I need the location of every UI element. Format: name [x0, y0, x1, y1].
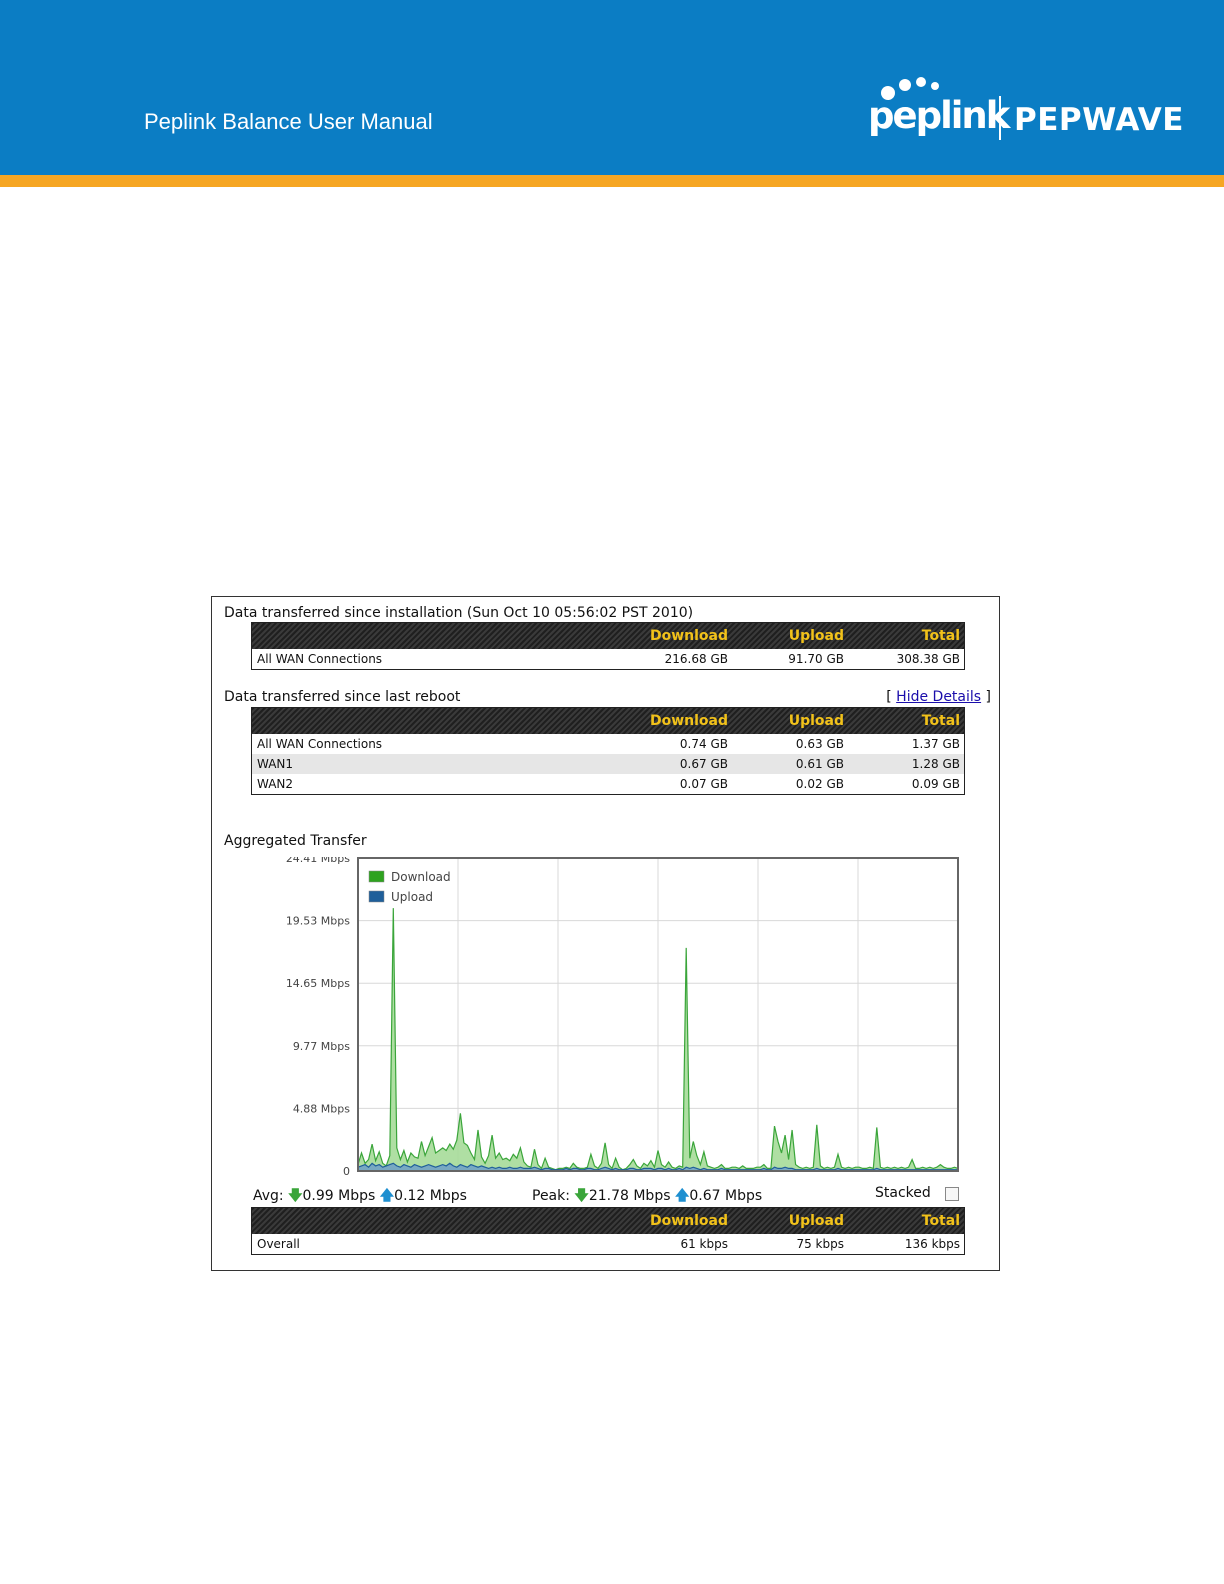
table-row: All WAN Connections 0.74 GB 0.63 GB 1.37…: [252, 734, 964, 754]
col-upload: Upload: [788, 1213, 844, 1229]
col-upload: Upload: [788, 713, 844, 729]
legend-label: Download: [391, 870, 451, 884]
manual-header-band: Peplink Balance User Manual peplink PEPW…: [0, 0, 1224, 175]
download-arrow-icon: 🡇: [574, 1188, 589, 1204]
avg-label: Avg:: [253, 1188, 284, 1204]
col-upload: Upload: [788, 628, 844, 644]
y-tick-label: 4.88 Mbps: [293, 1102, 350, 1115]
row-name: Overall: [257, 1237, 300, 1251]
legend-label: Upload: [391, 890, 433, 904]
row-upload: 75 kbps: [796, 1237, 844, 1251]
table-row: All WAN Connections 216.68 GB 91.70 GB 3…: [252, 649, 964, 669]
bracket-close: ]: [985, 689, 991, 705]
install-table: Download Upload Total All WAN Connection…: [251, 622, 965, 670]
y-tick-label: 19.53 Mbps: [286, 915, 350, 928]
table-header: Download Upload Total: [252, 1208, 964, 1234]
row-upload: 0.61 GB: [795, 757, 844, 771]
row-total: 308.38 GB: [896, 652, 960, 666]
legend-swatch: [368, 870, 385, 883]
row-download: 0.67 GB: [679, 757, 728, 771]
col-total: Total: [921, 1213, 960, 1229]
col-total: Total: [921, 713, 960, 729]
aggregated-transfer-chart: 0 4.88 Mbps 9.77 Mbps 14.65 Mbps 19.53 Mbps 2…: [286, 857, 959, 1177]
header-stripe: [0, 175, 1224, 187]
download-arrow-icon: 🡇: [288, 1188, 303, 1204]
table-header: Download Upload Total: [252, 623, 964, 649]
col-download: Download: [649, 628, 728, 644]
peak-download: 21.78 Mbps: [588, 1188, 671, 1204]
row-upload: 0.63 GB: [795, 737, 844, 751]
stacked-label: Stacked: [875, 1185, 931, 1201]
bracket-open: [: [886, 689, 892, 705]
logo-pepwave: PEPWAVE: [1014, 102, 1184, 138]
peak-upload: 0.67 Mbps: [689, 1188, 763, 1204]
table-row: Overall 61 kbps 75 kbps 136 kbps: [252, 1234, 964, 1254]
col-total: Total: [921, 628, 960, 644]
reboot-table: Download Upload Total All WAN Connection…: [251, 707, 965, 795]
avg-upload: 0.12 Mbps: [394, 1188, 467, 1204]
row-total: 1.37 GB: [911, 737, 960, 751]
row-name: All WAN Connections: [257, 652, 383, 666]
manual-title: Peplink Balance User Manual: [144, 109, 433, 134]
table-row: WAN2 0.07 GB 0.02 GB 0.09 GB: [252, 774, 964, 794]
upload-arrow-icon: 🡅: [379, 1188, 395, 1204]
row-download: 61 kbps: [680, 1237, 728, 1251]
y-tick-label: 14.65 Mbps: [286, 977, 350, 990]
stacked-checkbox[interactable]: [945, 1187, 959, 1201]
row-download: 0.07 GB: [679, 777, 728, 791]
row-total: 136 kbps: [904, 1237, 960, 1251]
aggregated-title: Aggregated Transfer: [224, 833, 367, 849]
upload-arrow-icon: 🡅: [674, 1188, 690, 1204]
usage-screenshot: Data transferred since installation (Sun…: [211, 596, 1000, 1271]
legend-swatch: [368, 890, 385, 903]
col-download: Download: [649, 1213, 728, 1229]
row-upload: 91.70 GB: [788, 652, 844, 666]
reboot-section-title: Data transferred since last reboot: [224, 689, 461, 705]
install-section-title: Data transferred since installation (Sun…: [224, 605, 694, 621]
row-name: WAN1: [257, 757, 294, 771]
peak-label: Peak:: [532, 1188, 570, 1204]
row-name: All WAN Connections: [257, 737, 383, 751]
row-download: 0.74 GB: [679, 737, 728, 751]
y-tick-label: 9.77 Mbps: [293, 1040, 350, 1053]
brand-logo: peplink PEPWAVE: [868, 74, 1188, 146]
row-total: 1.28 GB: [911, 757, 960, 771]
hide-details-link[interactable]: Hide Details: [896, 689, 981, 705]
overall-table: Download Upload Total Overall 61 kbps 75…: [251, 1207, 965, 1255]
hide-details-toggle: [ Hide Details ]: [886, 689, 991, 705]
row-upload: 0.02 GB: [795, 777, 844, 791]
table-row: WAN1 0.67 GB 0.61 GB 1.28 GB: [252, 754, 964, 774]
logo-divider: [999, 96, 1001, 140]
y-tick-label: 0: [343, 1165, 350, 1177]
logo-peplink: peplink: [868, 94, 1010, 137]
avg-stats: Avg: 🡇0.99 Mbps 🡅0.12 Mbps: [253, 1185, 467, 1209]
avg-download: 0.99 Mbps: [302, 1188, 376, 1204]
table-header: Download Upload Total: [252, 708, 964, 734]
y-tick-label: 24.41 Mbps: [286, 857, 350, 865]
row-download: 216.68 GB: [664, 652, 728, 666]
peak-stats: Peak: 🡇21.78 Mbps 🡅0.67 Mbps: [532, 1185, 762, 1209]
row-name: WAN2: [257, 777, 294, 791]
col-download: Download: [649, 713, 728, 729]
row-total: 0.09 GB: [911, 777, 960, 791]
